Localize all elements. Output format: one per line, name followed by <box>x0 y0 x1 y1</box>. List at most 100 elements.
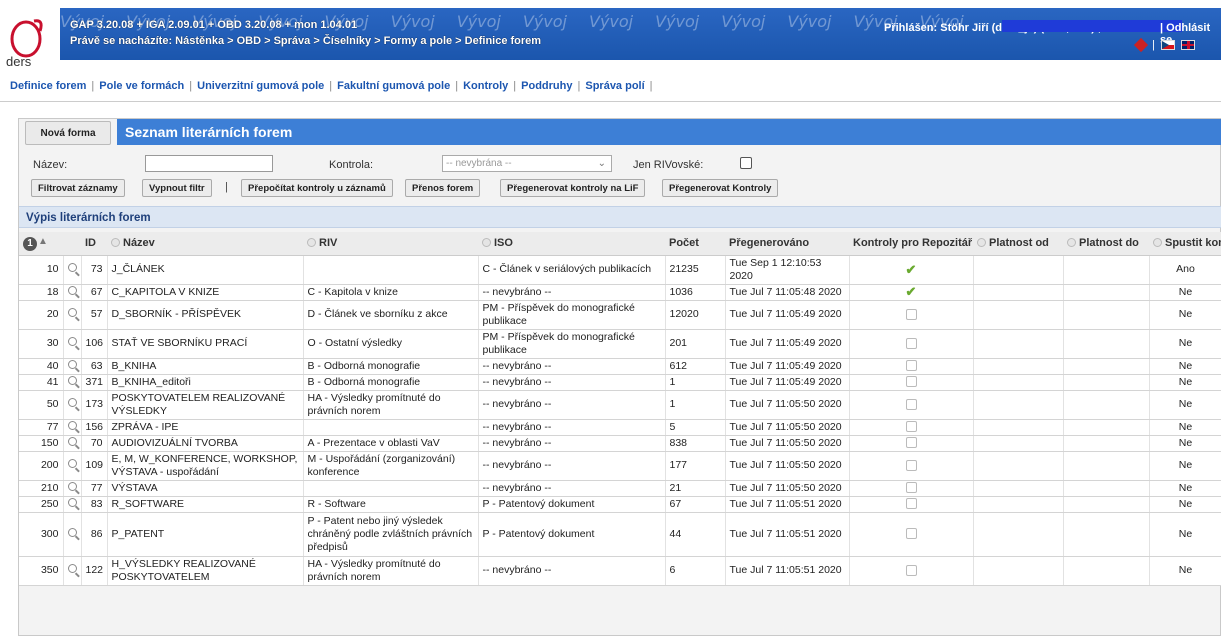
link-separator: | <box>329 80 333 92</box>
row-detail-button[interactable] <box>63 556 82 586</box>
row-count: 1 <box>665 390 726 420</box>
row-run-controls: Ne <box>1149 435 1221 452</box>
row-valid-from <box>973 556 1064 586</box>
row-valid-from <box>973 512 1064 557</box>
name-filter-input[interactable] <box>145 155 273 172</box>
logo-text: ders <box>6 54 32 69</box>
column-count[interactable]: Počet <box>665 232 725 256</box>
row-valid-from <box>973 390 1064 420</box>
row-valid-to <box>1063 419 1150 436</box>
row-repository-checkbox[interactable] <box>849 512 974 557</box>
version-info: GAP 3.20.08 + IGA 2.09.01 + OBD 3.20.08 … <box>70 19 358 31</box>
uk-flag-icon[interactable] <box>1180 40 1195 50</box>
transfer-forms-button[interactable]: Přenos forem <box>405 179 481 197</box>
row-regenerated: Tue Jul 7 11:05:49 2020 <box>725 329 850 359</box>
filter-records-button[interactable]: Filtrovat záznamy <box>31 179 125 197</box>
table-row[interactable]: 200 109 E, M, W_KONFERENCE, WORKSHOP, VÝST… <box>19 451 1221 481</box>
submenu-link[interactable]: Univerzitní gumová pole <box>197 80 324 92</box>
column-iso[interactable]: ISO <box>478 232 665 256</box>
row-repository-checkbox[interactable] <box>849 390 974 420</box>
row-name: POSKYTOVATELEM REALIZOVANÉ VÝSLEDKY <box>107 390 304 420</box>
column-valid-to[interactable]: Platnost do <box>1063 232 1149 256</box>
row-repository-checkbox[interactable] <box>849 556 974 586</box>
row-iso: -- nevybráno -- <box>478 358 666 375</box>
table-row[interactable]: 350 122 H_VÝSLEDKY REALIZOVANÉ POSKYTOVATE… <box>19 556 1221 586</box>
row-detail-button[interactable] <box>63 329 82 359</box>
regenerate-controls-button[interactable]: Přegenerovat Kontroly <box>662 179 779 197</box>
submenu-link[interactable]: Fakultní gumová pole <box>337 80 450 92</box>
row-detail-button[interactable] <box>63 435 82 452</box>
riv-only-checkbox[interactable] <box>740 157 752 169</box>
submenu-links: Definice forem | Pole ve formách | Univerzit… <box>10 80 658 92</box>
new-form-button[interactable]: Nová forma <box>25 121 111 145</box>
row-detail-button[interactable] <box>63 480 82 497</box>
row-name: B_KNIHA_editoři <box>107 374 304 391</box>
submenu-link[interactable]: Definice forem <box>10 80 86 92</box>
table-row[interactable]: 30 106 STAŤ VE SBORNÍKU PRACÍ O - Ostatní v… <box>19 329 1221 359</box>
row-detail-button[interactable] <box>63 419 82 436</box>
row-repository-checkbox[interactable] <box>849 358 974 375</box>
column-regenerated[interactable]: Přegenerováno <box>725 232 849 256</box>
table-row[interactable]: 77 156 ZPRÁVA - IPE -- nevybráno -- 5 Tue Jul… <box>19 419 1221 436</box>
column-name[interactable]: Název <box>107 232 303 256</box>
row-detail-button[interactable] <box>63 358 82 375</box>
row-repository-checkbox[interactable]: ✔ <box>849 255 974 285</box>
row-repository-checkbox[interactable] <box>849 374 974 391</box>
row-detail-button[interactable] <box>63 374 82 391</box>
table-row[interactable]: 10 73 J_ČLÁNEK C - Článek v seriálových pub… <box>19 255 1221 285</box>
column-riv[interactable]: RIV <box>303 232 478 256</box>
submenu-link[interactable]: Poddruhy <box>521 80 572 92</box>
table-row[interactable]: 210 77 VÝSTAVA -- nevybráno -- 21 Tue Jul 7 1… <box>19 480 1221 497</box>
row-repository-checkbox[interactable]: ✔ <box>849 284 974 301</box>
row-repository-checkbox[interactable] <box>849 419 974 436</box>
table-row[interactable]: 300 86 P_PATENT P - Patent nebo jiný výsled… <box>19 512 1221 557</box>
column-id[interactable]: ID <box>81 232 107 256</box>
row-repository-checkbox[interactable] <box>849 300 974 330</box>
row-detail-button[interactable] <box>63 284 82 301</box>
row-detail-button[interactable] <box>63 255 82 285</box>
table-row[interactable]: 40 63 B_KNIHA B - Odborná monografie -- nevy… <box>19 358 1221 375</box>
submenu-link[interactable]: Pole ve formách <box>99 80 184 92</box>
row-repository-checkbox[interactable] <box>849 480 974 497</box>
sort-order-header[interactable]: 1 ▲ <box>19 232 63 256</box>
clear-filter-button[interactable]: Vypnout filtr <box>142 179 212 197</box>
row-valid-to <box>1063 435 1150 452</box>
table-row[interactable]: 150 70 AUDIOVIZUÁLNÍ TVORBA A - Prezentace … <box>19 435 1221 452</box>
row-name: P_PATENT <box>107 512 304 557</box>
column-run-controls[interactable]: Spustit kontroly <box>1149 232 1221 256</box>
table-row[interactable]: 20 57 D_SBORNÍK - PŘÍSPĚVEK D - Článek ve s… <box>19 300 1221 330</box>
row-repository-checkbox[interactable] <box>849 451 974 481</box>
row-name: J_ČLÁNEK <box>107 255 304 285</box>
column-repository-controls[interactable]: Kontroly pro Repozitář <box>849 232 973 256</box>
submenu-link[interactable]: Správa polí <box>585 80 644 92</box>
diamond-icon[interactable] <box>1133 37 1149 53</box>
row-repository-checkbox[interactable] <box>849 329 974 359</box>
table-row[interactable]: 250 83 R_SOFTWARE R - Software P - Patentový… <box>19 496 1221 513</box>
row-detail-button[interactable] <box>63 451 82 481</box>
control-filter-select[interactable]: -- nevybrána -- ⌄ <box>442 155 612 172</box>
row-valid-to <box>1063 556 1150 586</box>
czech-flag-icon[interactable] <box>1160 40 1175 50</box>
table-row[interactable]: 50 173 POSKYTOVATELEM REALIZOVANÉ VÝSLEDKY… <box>19 390 1221 420</box>
row-detail-button[interactable] <box>63 512 82 557</box>
table-row[interactable]: 41 371 B_KNIHA_editoři B - Odborná monograf… <box>19 374 1221 391</box>
sort-icon <box>482 238 491 248</box>
row-detail-button[interactable] <box>63 300 82 330</box>
row-valid-from <box>973 435 1064 452</box>
row-iso: C - Článek v seriálových publikacích <box>478 255 666 285</box>
recount-controls-button[interactable]: Přepočítat kontroly u záznamů <box>241 179 393 197</box>
row-regenerated: Tue Sep 1 12:10:53 2020 <box>725 255 850 285</box>
row-repository-checkbox[interactable] <box>849 435 974 452</box>
row-riv: HA - Výsledky promítnuté do právních nor… <box>303 556 479 586</box>
row-detail-button[interactable] <box>63 390 82 420</box>
row-regenerated: Tue Jul 7 11:05:49 2020 <box>725 374 850 391</box>
row-detail-button[interactable] <box>63 496 82 513</box>
column-valid-from[interactable]: Platnost od <box>973 232 1063 256</box>
submenu-link[interactable]: Kontroly <box>463 80 508 92</box>
row-count: 21 <box>665 480 726 497</box>
regenerate-lif-controls-button[interactable]: Přegenerovat kontroly na LiF <box>500 179 646 197</box>
row-valid-to <box>1063 329 1150 359</box>
table-row[interactable]: 18 67 C_KAPITOLA V KNIZE C - Kapitola v kni… <box>19 284 1221 301</box>
row-repository-checkbox[interactable] <box>849 496 974 513</box>
unchecked-box <box>905 308 917 320</box>
